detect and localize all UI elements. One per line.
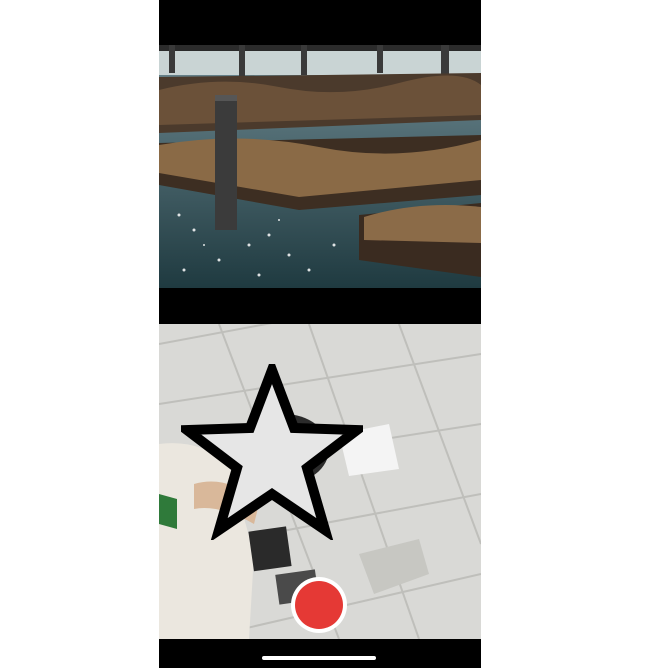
home-indicator[interactable] [262,656,376,660]
star-icon[interactable] [181,364,363,540]
top-media-pane [159,45,481,288]
record-button[interactable] [291,577,347,633]
camera-preview-pane [159,324,481,639]
record-dot-icon [295,581,343,629]
sea-lions-photo [159,45,481,288]
phone-screen [159,0,481,668]
